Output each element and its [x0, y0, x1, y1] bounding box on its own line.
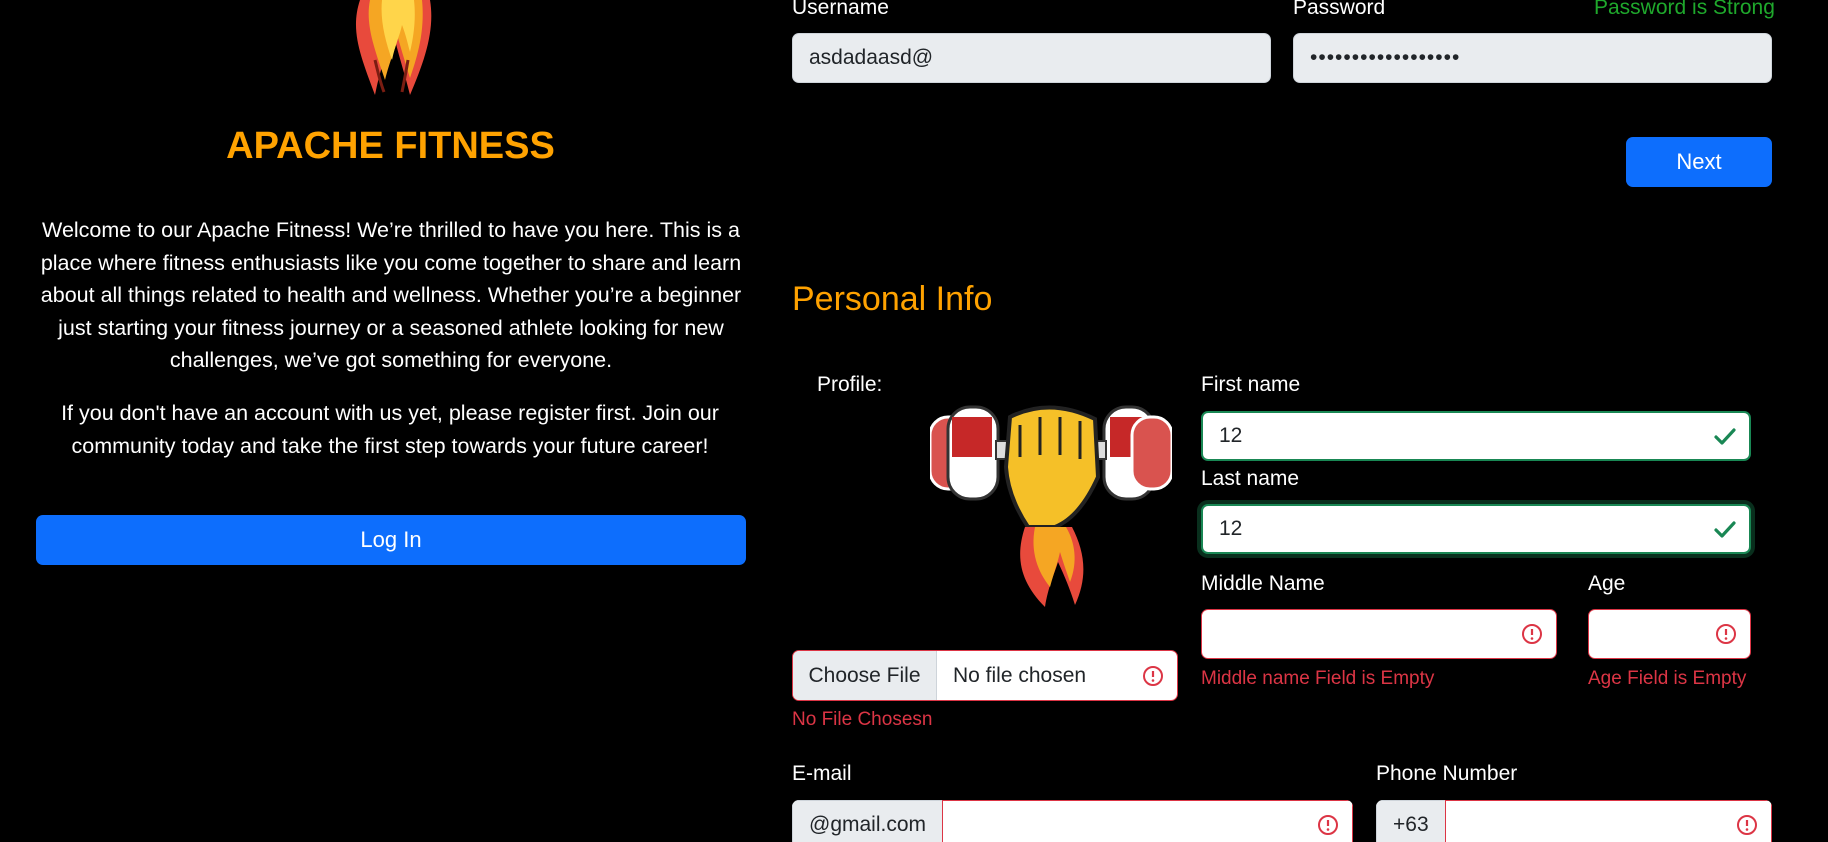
phone-input[interactable] — [1444, 800, 1772, 842]
profile-file-input[interactable]: Choose File No file chosen — [792, 650, 1178, 701]
middle-name-label: Middle Name — [1201, 572, 1325, 595]
email-input[interactable] — [942, 800, 1353, 842]
age-input[interactable] — [1588, 609, 1751, 659]
first-name-label: First name — [1201, 373, 1301, 396]
login-button[interactable]: Log In — [36, 515, 746, 565]
profile-label: Profile: — [817, 373, 883, 396]
username-label: Username — [792, 0, 889, 19]
password-label: Password — [1293, 0, 1386, 19]
fist-dumbbell-icon — [928, 377, 1174, 613]
check-icon — [1714, 428, 1736, 445]
last-name-value: 12 — [1219, 517, 1243, 540]
file-status-text: No file chosen — [953, 663, 1087, 687]
choose-file-button[interactable]: Choose File — [793, 651, 937, 700]
section-title-personal-info: Personal Info — [792, 280, 993, 318]
last-name-label: Last name — [1201, 467, 1300, 490]
phone-input-group: +63 — [1376, 800, 1772, 842]
password-input[interactable]: •••••••••••••••••• — [1293, 33, 1772, 83]
brand-title: APACHE FITNESS — [226, 125, 555, 167]
next-button[interactable]: Next — [1626, 137, 1772, 187]
welcome-text: Welcome to our Apache Fitness! We’re thr… — [40, 218, 742, 372]
file-error: No File Chosesn — [792, 709, 933, 730]
email-input-group: @gmail.com — [792, 800, 1353, 842]
middle-name-error: Middle name Field is Empty — [1201, 668, 1435, 689]
exclamation-circle-icon — [1318, 815, 1338, 835]
first-name-value: 12 — [1219, 424, 1243, 447]
phone-label: Phone Number — [1376, 762, 1518, 785]
exclamation-circle-icon — [1737, 815, 1757, 835]
age-label: Age — [1588, 572, 1626, 595]
exclamation-circle-icon — [1716, 624, 1736, 644]
flame-logo-icon — [340, 0, 450, 100]
check-icon — [1714, 521, 1736, 538]
exclamation-circle-icon — [1143, 665, 1163, 686]
file-status: No file chosen — [937, 651, 1177, 700]
password-strength-status: Password is Strong — [1594, 0, 1775, 19]
exclamation-circle-icon — [1522, 624, 1542, 644]
username-input[interactable]: asdadaasd@ — [792, 33, 1271, 83]
register-prompt-text: If you don't have an account with us yet… — [61, 401, 719, 458]
last-name-input[interactable]: 12 — [1201, 504, 1751, 554]
phone-country-code-addon: +63 — [1376, 800, 1445, 842]
first-name-input[interactable]: 12 — [1201, 411, 1751, 461]
email-domain-addon: @gmail.com — [792, 800, 943, 842]
middle-name-input[interactable] — [1201, 609, 1557, 659]
email-label: E-mail — [792, 762, 852, 785]
age-error: Age Field is Empty — [1588, 668, 1747, 689]
